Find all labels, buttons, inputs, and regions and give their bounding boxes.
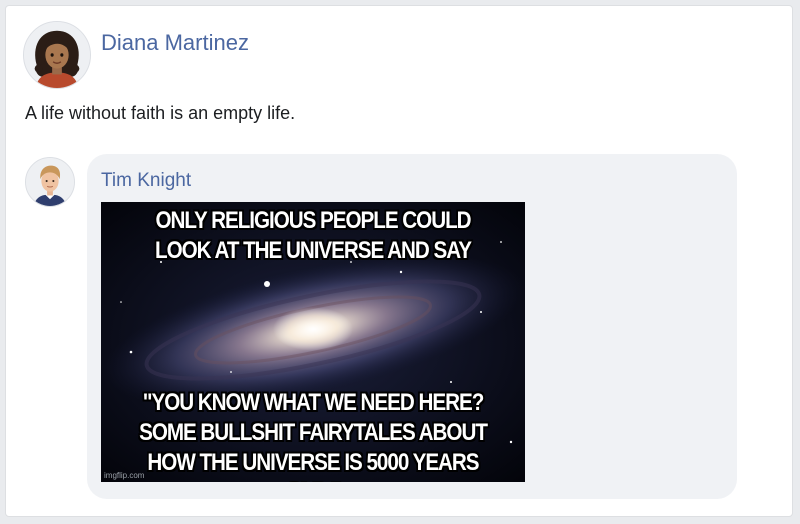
author-avatar[interactable] — [23, 21, 91, 89]
comment-bubble: Tim Knight ONLY RELIGIOUS PEOPLE COULD L… — [87, 154, 737, 499]
post-text: A life without faith is an empty life. — [25, 103, 296, 123]
post-card: Diana Martinez A life without faith is a… — [5, 5, 793, 517]
woman-avatar-icon — [24, 22, 90, 88]
commenter-avatar[interactable] — [25, 157, 75, 207]
meme-image[interactable]: ONLY RELIGIOUS PEOPLE COULD LOOK AT THE … — [101, 202, 525, 482]
commenter-name[interactable]: Tim Knight — [101, 170, 191, 192]
man-avatar-icon — [26, 158, 74, 206]
author-name[interactable]: Diana Martinez — [101, 30, 249, 56]
meme-top-caption: ONLY RELIGIOUS PEOPLE COULD LOOK AT THE … — [155, 207, 472, 264]
meme-bottom-caption: "YOU KNOW WHAT WE NEED HERE? SOME BULLSH… — [139, 389, 488, 482]
meme-watermark: imgflip.com — [104, 471, 145, 480]
